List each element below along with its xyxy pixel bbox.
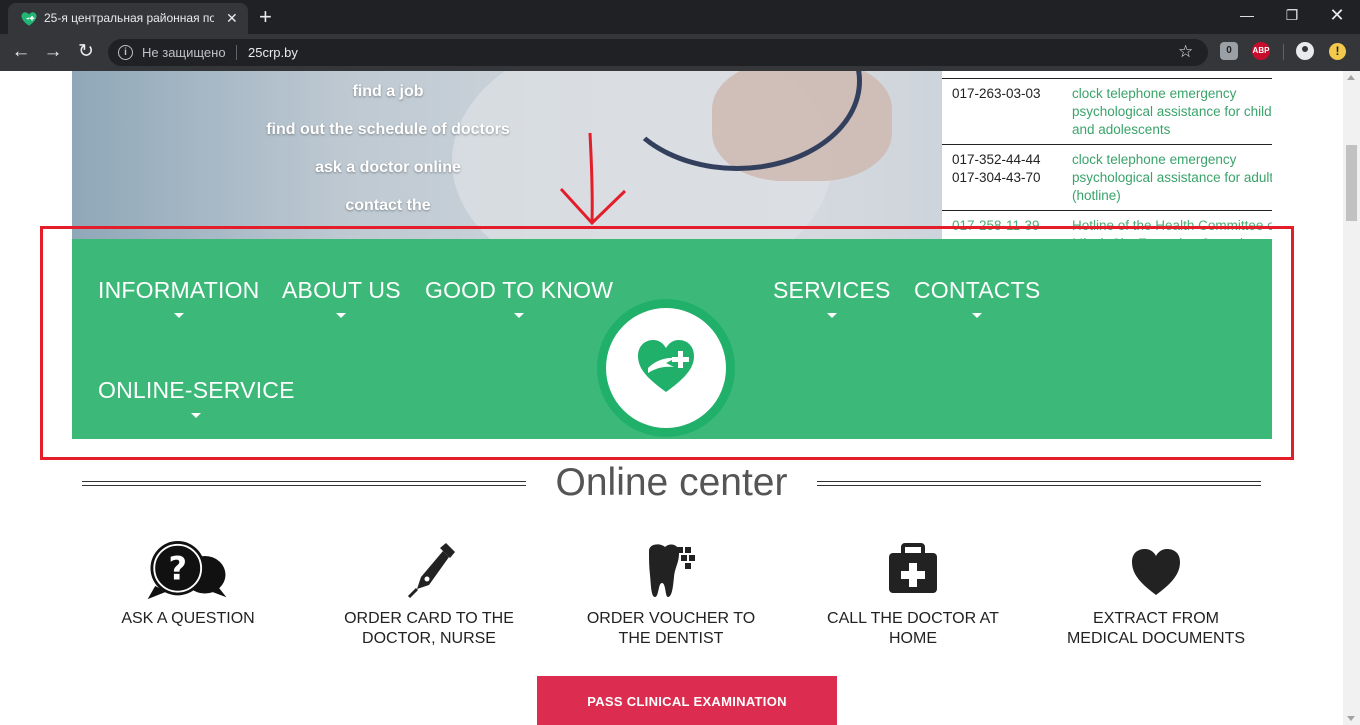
nav-services[interactable]: SERVICES bbox=[773, 277, 891, 318]
heart-cross-logo-icon bbox=[638, 340, 694, 392]
caret-down-icon bbox=[336, 313, 347, 318]
hotline-number: 017-352-44-44 017-304-43-70 bbox=[952, 152, 1041, 185]
hotline-description[interactable]: clock telephone emergency psychological … bbox=[1072, 151, 1272, 205]
caret-down-icon bbox=[191, 413, 202, 418]
window-maximize-icon[interactable]: ❐ bbox=[1277, 4, 1307, 26]
forward-arrow-icon[interactable]: → bbox=[42, 42, 64, 64]
hero-link-doctor-schedule[interactable]: find out the schedule of doctors bbox=[192, 119, 584, 157]
hero-link-find-job[interactable]: find a job bbox=[192, 81, 584, 119]
caret-down-icon bbox=[173, 313, 184, 318]
scrollbar-thumb[interactable] bbox=[1346, 145, 1357, 221]
browser-tabstrip: 25-я центральная районная поликлиника ✕ … bbox=[0, 0, 1360, 34]
browser-tab[interactable]: 25-я центральная районная поликлиника ✕ bbox=[8, 3, 248, 34]
browser-toolbar: ← → ↻ i Не защищено 25crp.by ☆ bbox=[0, 34, 1360, 71]
service-order-voucher[interactable]: ORDER VOUCHER TO THE DENTIST bbox=[571, 541, 771, 649]
heart-favicon-icon bbox=[21, 12, 37, 26]
nav-online-service[interactable]: ONLINE-SERVICE bbox=[98, 377, 295, 418]
profile-avatar-icon[interactable] bbox=[1296, 42, 1314, 60]
url-separator bbox=[236, 45, 237, 60]
svg-text:?: ? bbox=[168, 549, 186, 587]
scroll-down-arrow-icon[interactable] bbox=[1347, 716, 1355, 721]
nav-services-label: SERVICES bbox=[773, 277, 891, 303]
main-navigation: INFORMATION ABOUT US GOOD TO KNOW SERVIC… bbox=[72, 239, 1272, 439]
window-minimize-icon[interactable]: — bbox=[1232, 4, 1262, 26]
service-extract-documents[interactable]: EXTRACT FROM MEDICAL DOCUMENTS bbox=[1056, 541, 1256, 649]
nav-about-us-label: ABOUT US bbox=[282, 277, 401, 303]
hotline-row: 017-258-11-39 Hotline of the Health Comm… bbox=[942, 211, 1272, 239]
service-label: CALL THE DOCTOR AT HOME bbox=[827, 610, 999, 647]
tab-title: 25-я центральная районная поликлиника bbox=[44, 11, 214, 25]
online-center-title: Online center bbox=[555, 461, 788, 504]
bookmark-star-icon[interactable]: ☆ bbox=[1178, 42, 1193, 62]
nav-about-us[interactable]: ABOUT US bbox=[282, 277, 401, 318]
tooth-icon bbox=[649, 544, 695, 597]
tab-close-icon[interactable]: ✕ bbox=[226, 10, 238, 27]
new-tab-icon[interactable]: + bbox=[259, 4, 272, 30]
service-label: ORDER CARD TO THE DOCTOR, NURSE bbox=[344, 610, 514, 647]
hero-quick-links: find a job find out the schedule of doct… bbox=[192, 81, 584, 233]
url-text[interactable]: 25crp.by bbox=[248, 45, 298, 60]
page-scrollbar[interactable] bbox=[1343, 71, 1360, 725]
info-icon[interactable]: i bbox=[118, 45, 133, 60]
caret-down-icon bbox=[514, 313, 525, 318]
hotline-number: 017-258-11-39 bbox=[952, 218, 1040, 233]
adblock-extension-icon[interactable]: ABP bbox=[1252, 42, 1270, 60]
nav-information[interactable]: INFORMATION bbox=[98, 277, 260, 318]
caret-down-icon bbox=[826, 313, 837, 318]
pass-clinical-examination-button[interactable]: PASS CLINICAL EXAMINATION bbox=[537, 676, 837, 725]
nav-online-service-label: ONLINE-SERVICE bbox=[98, 377, 295, 403]
toolbar-separator bbox=[1283, 44, 1284, 60]
address-bar[interactable]: i Не защищено 25crp.by ☆ bbox=[108, 39, 1208, 66]
pen-nib-icon bbox=[407, 543, 455, 599]
hotline-row: 017-263-03-03 clock telephone emergency … bbox=[942, 79, 1272, 145]
hotline-description[interactable]: clock telephone emergency psychological … bbox=[1072, 85, 1272, 139]
hotline-row-top-edge bbox=[942, 71, 1272, 79]
security-label: Не защищено bbox=[142, 45, 226, 60]
back-arrow-icon[interactable]: ← bbox=[10, 42, 32, 64]
window-close-icon[interactable]: ✕ bbox=[1322, 4, 1352, 26]
hero-link-ask-doctor[interactable]: ask a doctor online bbox=[192, 157, 584, 195]
nav-good-to-know-label: GOOD TO KNOW bbox=[425, 277, 614, 303]
extension-shield-icon[interactable]: 0 bbox=[1220, 42, 1238, 60]
nav-contacts-label: CONTACTS bbox=[914, 277, 1041, 303]
hotline-row: 017-352-44-44 017-304-43-70 clock teleph… bbox=[942, 145, 1272, 211]
hotline-table: 017-263-03-03 clock telephone emergency … bbox=[942, 71, 1272, 239]
question-bubbles-icon: ? bbox=[147, 541, 227, 600]
service-label: EXTRACT FROM MEDICAL DOCUMENTS bbox=[1066, 610, 1246, 647]
caret-down-icon bbox=[972, 313, 983, 318]
hero-banner: find a job find out the schedule of doct… bbox=[72, 71, 1272, 239]
service-call-doctor[interactable]: CALL THE DOCTOR AT HOME bbox=[813, 541, 1013, 649]
nav-contacts[interactable]: CONTACTS bbox=[914, 277, 1041, 318]
service-ask-question[interactable]: ? ASK A QUESTION bbox=[88, 541, 288, 629]
service-label: ASK A QUESTION bbox=[121, 610, 255, 627]
hotline-number: 017-263-03-03 bbox=[952, 86, 1041, 101]
nav-good-to-know[interactable]: GOOD TO KNOW bbox=[425, 277, 614, 318]
browser-alert-icon[interactable]: ! bbox=[1329, 43, 1346, 60]
nav-information-label: INFORMATION bbox=[98, 277, 260, 303]
reload-icon[interactable]: ↻ bbox=[75, 42, 97, 64]
scroll-up-arrow-icon[interactable] bbox=[1347, 75, 1355, 80]
hero-link-contact[interactable]: contact the bbox=[192, 195, 584, 233]
service-order-card[interactable]: ORDER CARD TO THE DOCTOR, NURSE bbox=[329, 541, 529, 649]
hotline-description[interactable]: Hotline of the Health Committee of the M… bbox=[1072, 217, 1272, 239]
service-label: ORDER VOUCHER TO THE DENTIST bbox=[586, 610, 756, 647]
site-logo[interactable] bbox=[597, 299, 735, 437]
first-aid-kit-icon bbox=[889, 543, 937, 593]
page-viewport: find a job find out the schedule of doct… bbox=[0, 71, 1343, 725]
heart-icon bbox=[1132, 549, 1180, 595]
site-logo-inner bbox=[606, 308, 726, 428]
